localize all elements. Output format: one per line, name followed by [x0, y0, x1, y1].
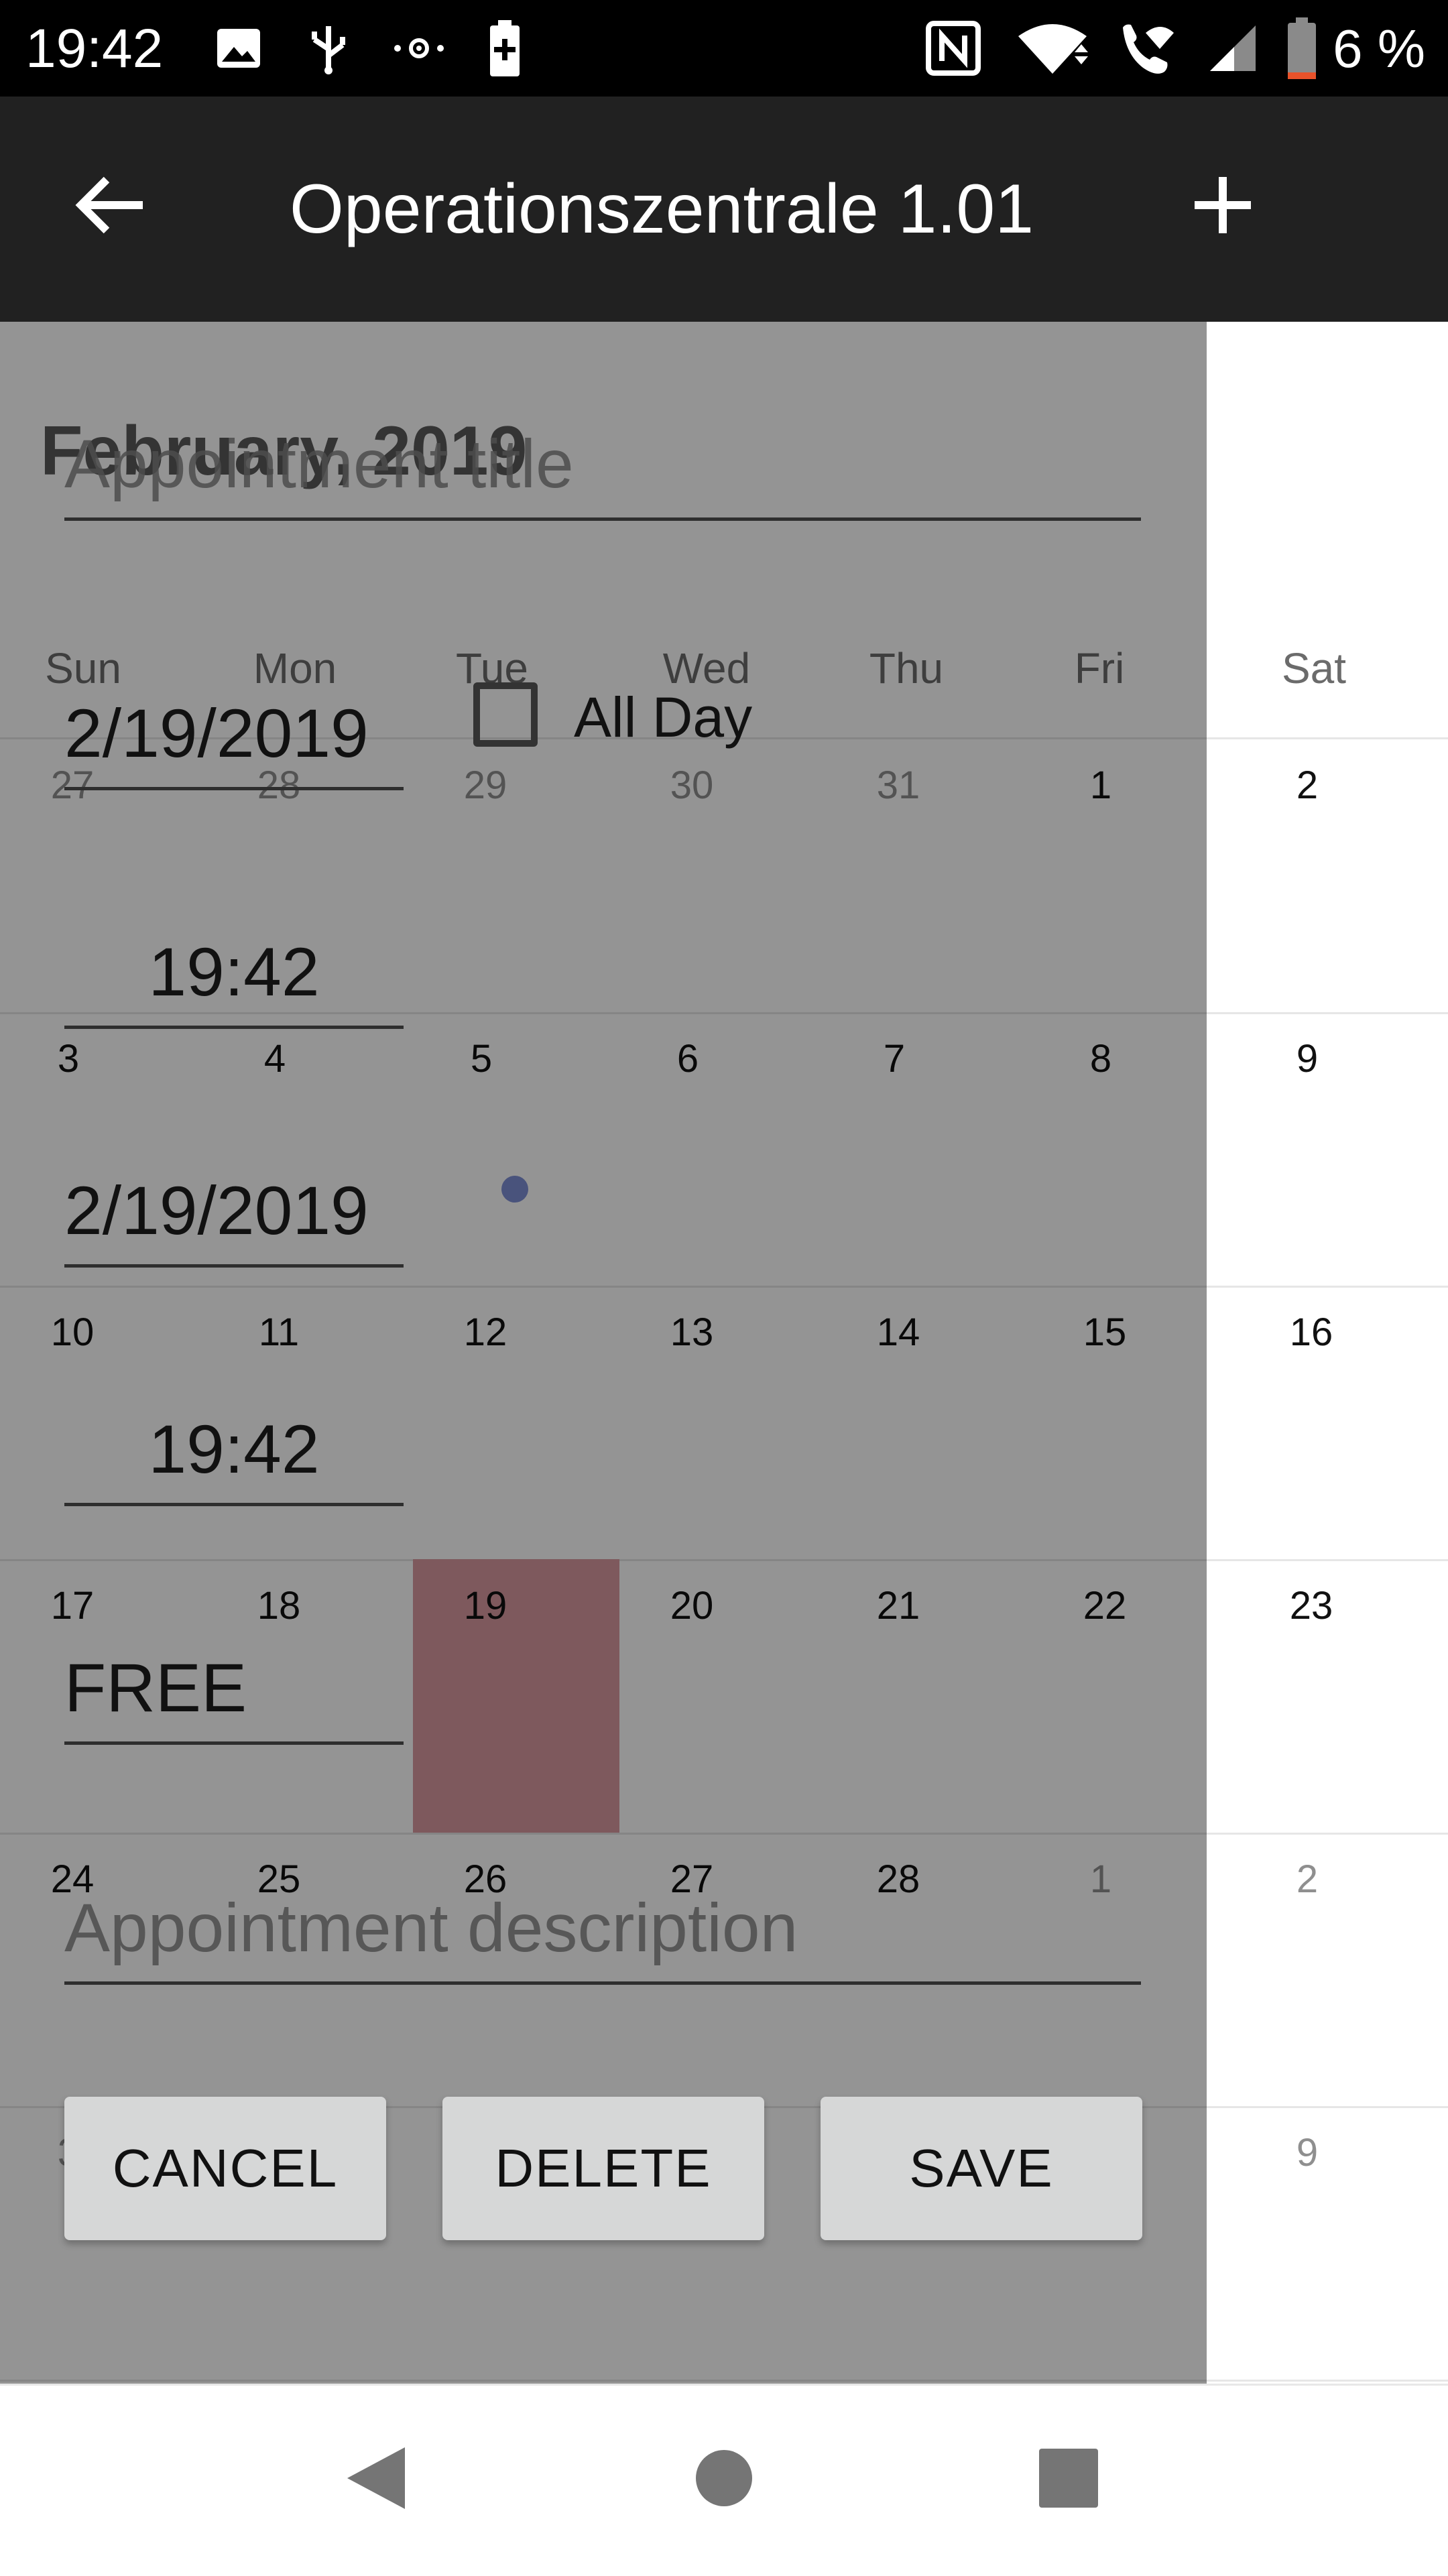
plus-icon [1191, 173, 1255, 241]
status-time: 19:42 [25, 18, 164, 79]
end-date-value[interactable]: 2/19/2019 [64, 1170, 369, 1251]
delete-button[interactable]: DELETE [442, 2097, 764, 2240]
end-time-value[interactable]: 19:42 [64, 1409, 404, 1489]
start-time-field[interactable]: 19:42 [64, 871, 404, 1029]
app-bar: Operationszentrale 1.01 [0, 97, 1448, 322]
cancel-button[interactable]: CANCEL [64, 2097, 386, 2240]
battery-icon [1283, 0, 1321, 97]
all-day-checkbox[interactable] [473, 682, 538, 747]
nav-home-button[interactable] [657, 2426, 791, 2533]
nav-recents-icon [1038, 2447, 1099, 2512]
arrow-back-icon [73, 173, 147, 241]
status-bar: 19:42 6 % [0, 0, 1448, 97]
tracking-icon [389, 0, 449, 97]
nfc-icon [921, 0, 985, 97]
nav-back-button[interactable] [308, 2426, 442, 2533]
battery-percentage: 6 % [1333, 19, 1425, 78]
appointment-title-field[interactable]: Appointment title [64, 375, 1141, 521]
calendar-day[interactable]: 9 [1240, 2130, 1374, 2175]
appointment-title-input[interactable]: Appointment title [64, 424, 574, 504]
nav-home-icon [694, 2448, 754, 2512]
calendar-day[interactable]: 16 [1244, 1310, 1378, 1355]
all-day-label[interactable]: All Day [574, 684, 752, 751]
calendar-day[interactable]: 2 [1240, 763, 1374, 808]
status-select[interactable]: FREE [64, 1615, 404, 1745]
back-button[interactable] [56, 153, 164, 260]
status-value[interactable]: FREE [64, 1648, 247, 1728]
calendar-day[interactable]: 9 [1240, 1036, 1374, 1081]
nav-back-icon [343, 2445, 408, 2515]
navigation-bar [0, 2384, 1448, 2576]
battery-saver-icon [483, 0, 527, 97]
weekday-sat: Sat [1281, 644, 1347, 692]
appointment-description-field[interactable]: Appointment description [64, 1850, 1141, 1985]
start-date-value[interactable]: 2/19/2019 [64, 693, 369, 774]
wifi-icon [1012, 0, 1093, 97]
signal-icon [1203, 0, 1263, 97]
usb-icon [302, 0, 355, 97]
calendar-day[interactable]: 2 [1240, 1857, 1374, 1902]
add-button[interactable] [1169, 153, 1276, 260]
end-time-field[interactable]: 19:42 [64, 1347, 404, 1506]
start-date-field[interactable]: 2/19/2019 [64, 643, 404, 790]
image-icon [212, 0, 265, 97]
start-time-value[interactable]: 19:42 [64, 932, 404, 1012]
wifi-call-icon [1113, 0, 1180, 97]
nav-recents-button[interactable] [1002, 2426, 1136, 2533]
save-button[interactable]: SAVE [821, 2097, 1142, 2240]
calendar-day[interactable]: 23 [1244, 1583, 1378, 1628]
appointment-description-input[interactable]: Appointment description [64, 1888, 798, 1968]
end-date-field[interactable]: 2/19/2019 [64, 1140, 404, 1268]
app-title: Operationszentrale 1.01 [290, 170, 1034, 248]
